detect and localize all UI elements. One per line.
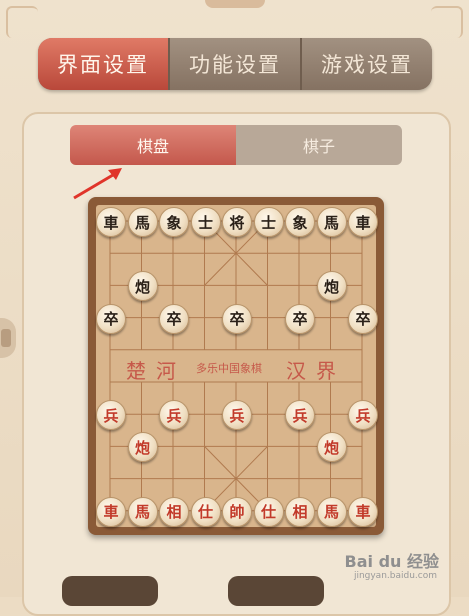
sub-tab-bar: 棋盘 棋子: [70, 125, 402, 165]
black-piece[interactable]: 炮: [127, 271, 158, 302]
tab-game-settings[interactable]: 游戏设置: [300, 38, 432, 90]
bottom-button-right[interactable]: [228, 576, 324, 606]
black-piece[interactable]: 卒: [285, 303, 315, 334]
red-piece[interactable]: 仕: [190, 496, 221, 527]
red-piece[interactable]: 兵: [348, 400, 378, 431]
red-piece[interactable]: 仕: [253, 496, 284, 527]
red-piece[interactable]: 帥: [222, 496, 252, 527]
black-piece[interactable]: 象: [159, 207, 189, 237]
red-piece[interactable]: 兵: [96, 400, 126, 431]
black-piece[interactable]: 卒: [96, 303, 126, 334]
black-piece[interactable]: 士: [190, 207, 221, 237]
black-piece[interactable]: 馬: [316, 207, 347, 237]
tab-function-settings[interactable]: 功能设置: [168, 38, 300, 90]
top-ornament: [204, 0, 265, 8]
red-piece[interactable]: 車: [348, 496, 378, 527]
black-piece[interactable]: 士: [253, 207, 284, 237]
river-label-right: 汉界: [286, 359, 346, 383]
black-piece[interactable]: 車: [348, 207, 378, 237]
corner-ornament: [431, 6, 463, 38]
river: 楚河 多乐中国象棋 汉界: [96, 355, 376, 385]
river-label-left: 楚河: [126, 359, 186, 383]
red-piece[interactable]: 炮: [316, 432, 347, 463]
red-piece[interactable]: 炮: [127, 432, 158, 463]
corner-ornament: [6, 6, 38, 38]
red-piece[interactable]: 馬: [316, 496, 347, 527]
black-piece[interactable]: 卒: [348, 303, 378, 334]
red-piece[interactable]: 車: [96, 496, 126, 527]
red-piece[interactable]: 兵: [222, 400, 252, 431]
black-piece[interactable]: 象: [285, 207, 315, 237]
red-arrow-icon: [73, 168, 122, 200]
black-piece[interactable]: 車: [96, 207, 126, 237]
black-piece[interactable]: 馬: [127, 207, 158, 237]
main-tab-bar: 界面设置 功能设置 游戏设置: [38, 38, 432, 90]
black-piece[interactable]: 卒: [159, 303, 189, 334]
tab-board[interactable]: 棋盘: [70, 125, 236, 165]
black-piece[interactable]: 炮: [316, 271, 347, 302]
tab-interface-settings[interactable]: 界面设置: [38, 38, 168, 90]
river-label-center: 多乐中国象棋: [196, 362, 262, 375]
red-piece[interactable]: 兵: [159, 400, 189, 431]
black-piece[interactable]: 将: [222, 207, 252, 237]
red-piece[interactable]: 兵: [285, 400, 315, 431]
tab-pieces[interactable]: 棋子: [236, 125, 402, 165]
red-piece[interactable]: 相: [159, 496, 189, 527]
watermark-url: jingyan.baidu.com: [353, 571, 437, 581]
watermark-logo: Bai du 经验: [344, 552, 439, 571]
red-piece[interactable]: 馬: [127, 496, 158, 527]
red-piece[interactable]: 相: [285, 496, 315, 527]
black-piece[interactable]: 卒: [222, 303, 252, 334]
bottom-button-left[interactable]: [62, 576, 158, 606]
